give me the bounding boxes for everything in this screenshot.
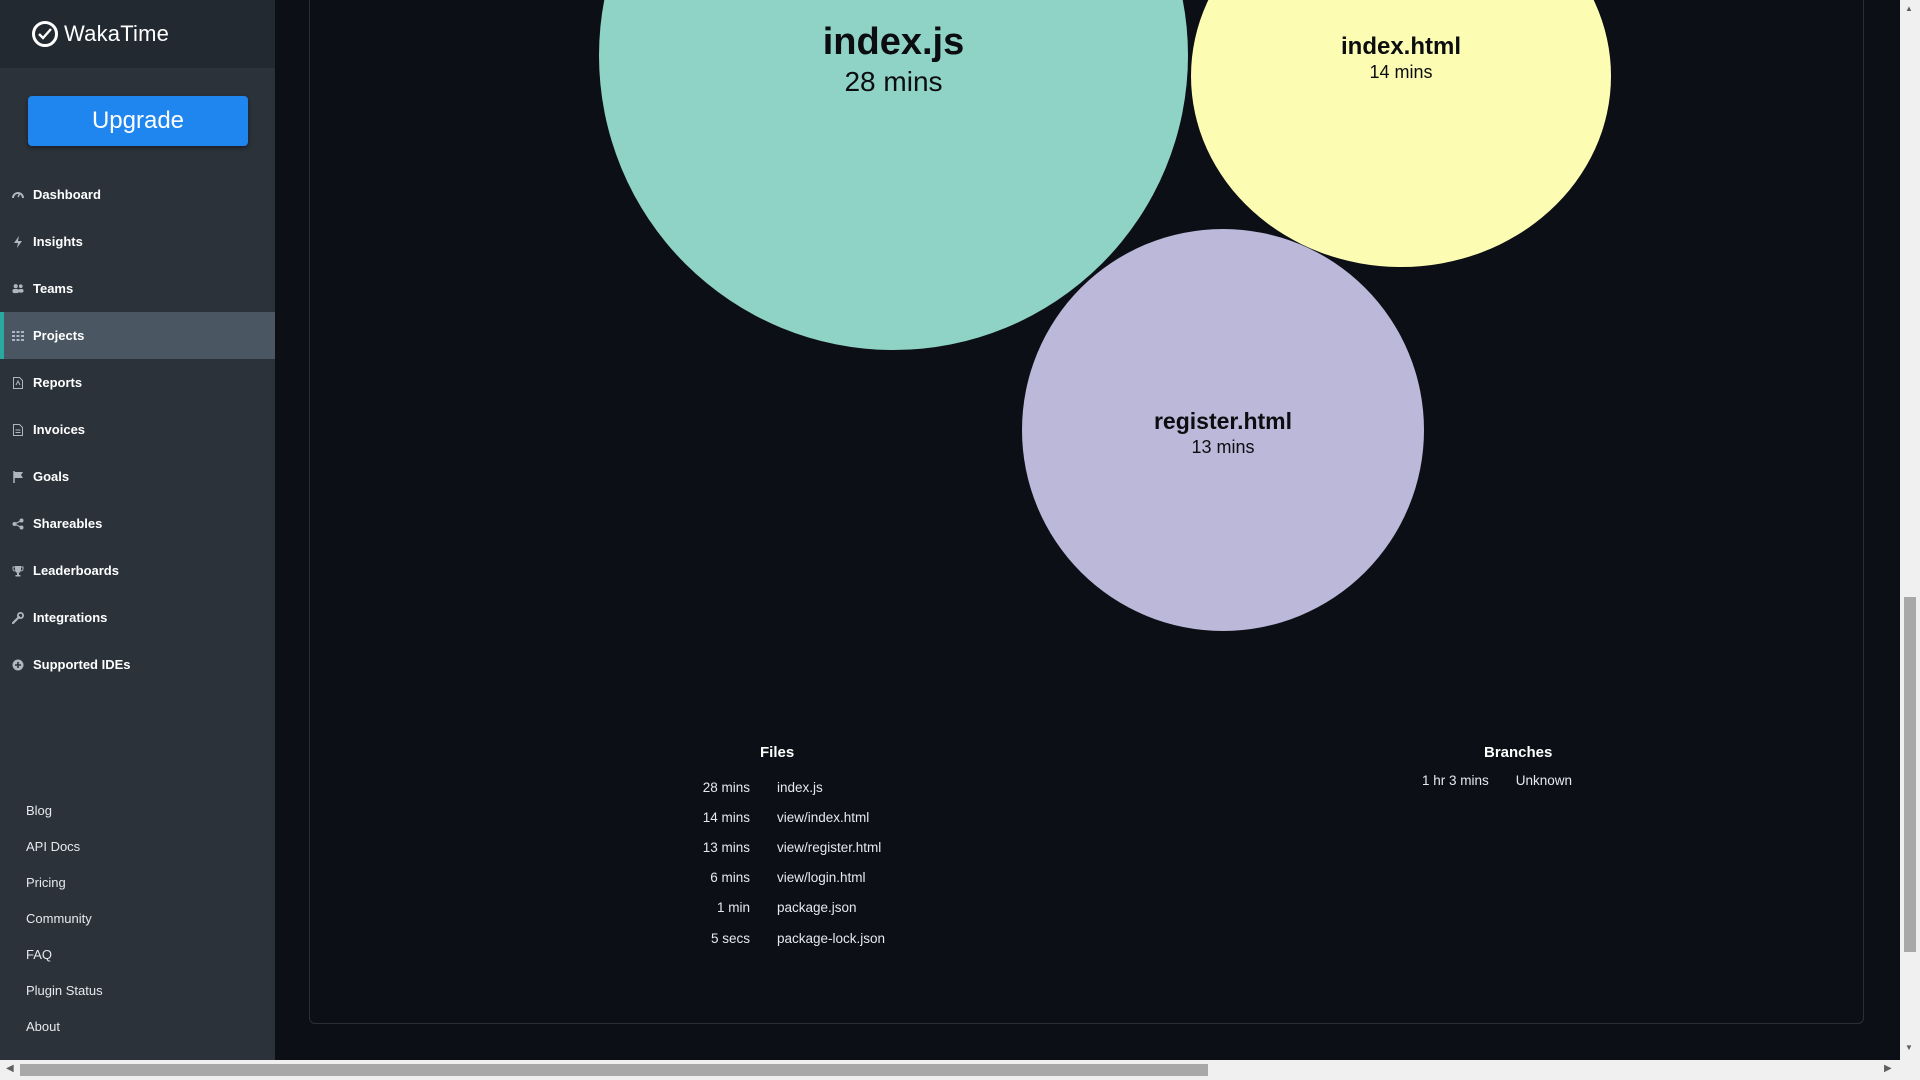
sidebar-item-leaderboards[interactable]: Leaderboards xyxy=(0,547,275,594)
wakatime-logo-icon xyxy=(32,21,58,47)
file-name: package.json xyxy=(777,900,857,916)
scroll-up-arrow-icon[interactable]: ▲ xyxy=(1905,4,1913,13)
scroll-right-arrow-icon[interactable]: ▶ xyxy=(1884,1063,1892,1074)
sidebar-item-reports[interactable]: Reports xyxy=(0,359,275,406)
sidebar-item-label: Leaderboards xyxy=(33,563,119,578)
upgrade-button[interactable]: Upgrade xyxy=(28,96,248,146)
file-name: view/login.html xyxy=(777,870,866,886)
file-time: 6 mins xyxy=(710,870,750,886)
footer-link-faq[interactable]: FAQ xyxy=(26,936,103,972)
table-row: 1 min package.json xyxy=(650,893,885,923)
sidebar-item-projects[interactable]: Projects xyxy=(0,312,275,359)
branch-time: 1 hr 3 mins xyxy=(1422,773,1489,788)
scroll-down-arrow-icon[interactable]: ▼ xyxy=(1905,1043,1913,1052)
sidebar-item-label: Projects xyxy=(33,328,85,343)
sidebar-item-label: Dashboard xyxy=(33,187,101,202)
file-time: 5 secs xyxy=(710,930,750,946)
file-bubble[interactable]: register.html 13 mins xyxy=(1022,229,1424,631)
dashboard-icon xyxy=(12,189,24,201)
logo-bar[interactable]: WakaTime xyxy=(0,0,275,68)
sidebar-item-dashboard[interactable]: Dashboard xyxy=(0,171,275,218)
sidebar-item-insights[interactable]: Insights xyxy=(0,218,275,265)
table-row: 14 mins view/index.html xyxy=(650,802,885,832)
file-name: view/register.html xyxy=(777,839,882,855)
file-bubble-time: 28 mins xyxy=(844,66,943,97)
footer-link-blog[interactable]: Blog xyxy=(26,792,103,828)
footer-link-plugin-status[interactable]: Plugin Status xyxy=(26,972,103,1008)
file-bubble-time: 14 mins xyxy=(1369,62,1433,82)
sidebar-item-integrations[interactable]: Integrations xyxy=(0,594,275,641)
sidebar-item-label: Integrations xyxy=(33,610,108,625)
table-row: 5 secs package-lock.json xyxy=(650,923,885,953)
file-bubble-name: index.js xyxy=(822,21,965,63)
footer-link-about[interactable]: About xyxy=(26,1008,103,1044)
branches-heading: Branches xyxy=(1484,744,1553,761)
file-name: index.js xyxy=(777,779,823,795)
flag-icon xyxy=(12,470,24,483)
users-icon xyxy=(12,283,24,295)
grid-icon xyxy=(12,330,24,342)
sidebar-item-label: Invoices xyxy=(33,422,86,437)
plus-circle-icon xyxy=(12,659,24,671)
scroll-left-arrow-icon[interactable]: ◀ xyxy=(6,1063,14,1074)
sidebar-item-label: Reports xyxy=(33,375,83,390)
sidebar-item-label: Teams xyxy=(33,281,74,296)
invoice-icon xyxy=(12,423,24,436)
app-name: WakaTime xyxy=(64,21,170,46)
horizontal-scrollbar[interactable]: ◀ ▶ xyxy=(0,1060,1920,1080)
sidebar-item-goals[interactable]: Goals xyxy=(0,453,275,500)
branch-name: Unknown xyxy=(1515,773,1573,788)
sidebar-item-label: Supported IDEs xyxy=(33,657,131,672)
file-bubble-time: 13 mins xyxy=(1191,437,1255,457)
bolt-icon xyxy=(12,235,24,248)
sidebar-item-shareables[interactable]: Shareables xyxy=(0,500,275,547)
file-name: package-lock.json xyxy=(777,930,886,946)
wrench-icon xyxy=(12,611,24,624)
file-time: 28 mins xyxy=(702,779,750,795)
share-icon xyxy=(12,518,24,530)
footer-link-api-docs[interactable]: API Docs xyxy=(26,828,103,864)
footer-link-community[interactable]: Community xyxy=(26,900,103,936)
table-row: 28 mins index.js xyxy=(650,772,885,802)
file-time: 1 min xyxy=(716,900,750,916)
table-row: 1 hr 3 mins Unknown xyxy=(1422,773,1572,788)
sidebar-item-label: Goals xyxy=(33,469,70,484)
file-time: 13 mins xyxy=(702,839,750,855)
files-table: 28 mins index.js 14 mins view/index.html… xyxy=(650,772,885,953)
file-name: view/index.html xyxy=(777,809,870,825)
files-heading: Files xyxy=(760,744,795,761)
sidebar: WakaTime Upgrade Dashboard Insights Team… xyxy=(0,0,275,1060)
vertical-scrollbar-thumb[interactable] xyxy=(1904,597,1916,952)
sidebar-item-label: Shareables xyxy=(33,516,103,531)
vertical-scrollbar[interactable]: ▲ ▼ xyxy=(1900,0,1920,1060)
file-time: 14 mins xyxy=(702,809,750,825)
table-row: 6 mins view/login.html xyxy=(650,863,885,893)
sidebar-item-invoices[interactable]: Invoices xyxy=(0,406,275,453)
horizontal-scrollbar-thumb[interactable] xyxy=(20,1064,1208,1076)
sidebar-nav: Dashboard Insights Teams Projects Report… xyxy=(0,171,275,688)
sidebar-item-label: Insights xyxy=(33,234,83,249)
file-bubble-name: register.html xyxy=(1153,408,1293,434)
table-row: 13 mins view/register.html xyxy=(650,832,885,862)
pdf-icon xyxy=(12,376,24,389)
footer-link-pricing[interactable]: Pricing xyxy=(26,864,103,900)
file-bubble-name: index.html xyxy=(1340,33,1461,60)
trophy-icon xyxy=(12,565,24,577)
sidebar-item-supported-ides[interactable]: Supported IDEs xyxy=(0,641,275,688)
footer-links: Blog API Docs Pricing Community FAQ Plug… xyxy=(26,792,103,1044)
sidebar-item-teams[interactable]: Teams xyxy=(0,265,275,312)
